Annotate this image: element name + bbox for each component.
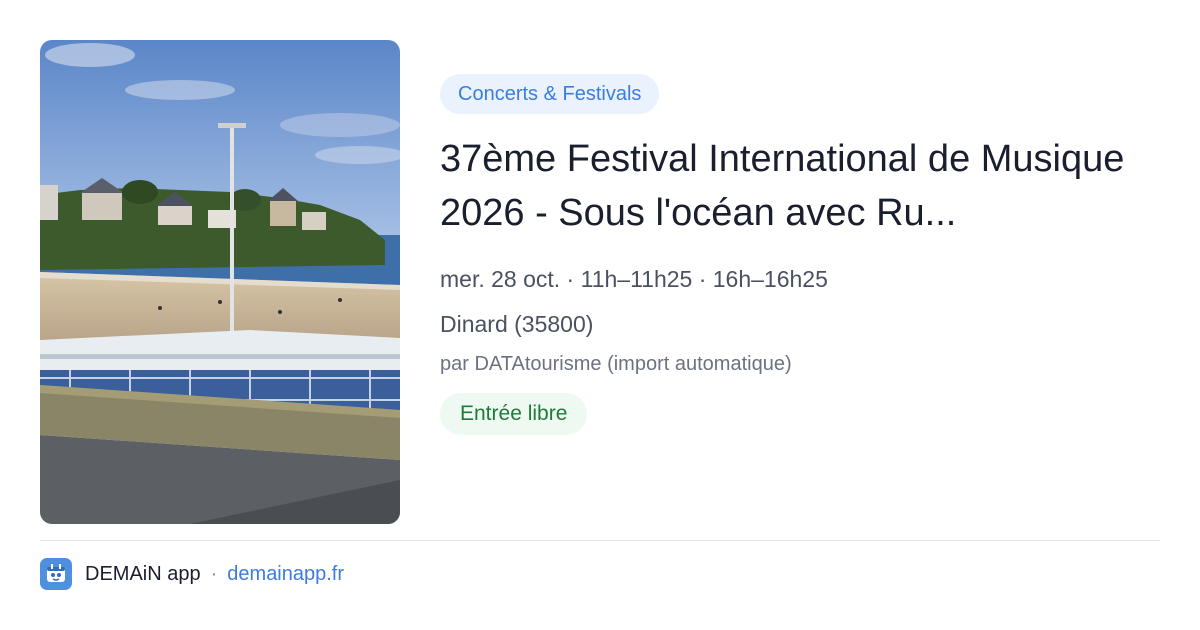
event-datetime: mer. 28 oct. · 11h–11h25 · 16h–16h25	[440, 266, 828, 292]
event-source: par DATAtourisme (import automatique)	[440, 353, 792, 375]
event-details: Concerts & Festivals 37ème Festival Inte…	[440, 74, 1160, 435]
footer-divider	[40, 540, 1160, 541]
event-image[interactable]	[40, 40, 400, 524]
demain-logo-icon[interactable]	[40, 558, 72, 590]
price-chip: Entrée libre	[440, 393, 588, 435]
event-title[interactable]: 37ème Festival International de Musique …	[440, 132, 1160, 240]
app-link[interactable]: demainapp.fr	[227, 563, 344, 586]
app-name: DEMAiN app	[85, 562, 201, 585]
footer: DEMAiN app · demainapp.fr	[40, 558, 344, 590]
event-location: Dinard (35800)	[440, 311, 594, 337]
footer-separator: ·	[210, 562, 218, 585]
category-chip[interactable]: Concerts & Festivals	[440, 74, 660, 114]
